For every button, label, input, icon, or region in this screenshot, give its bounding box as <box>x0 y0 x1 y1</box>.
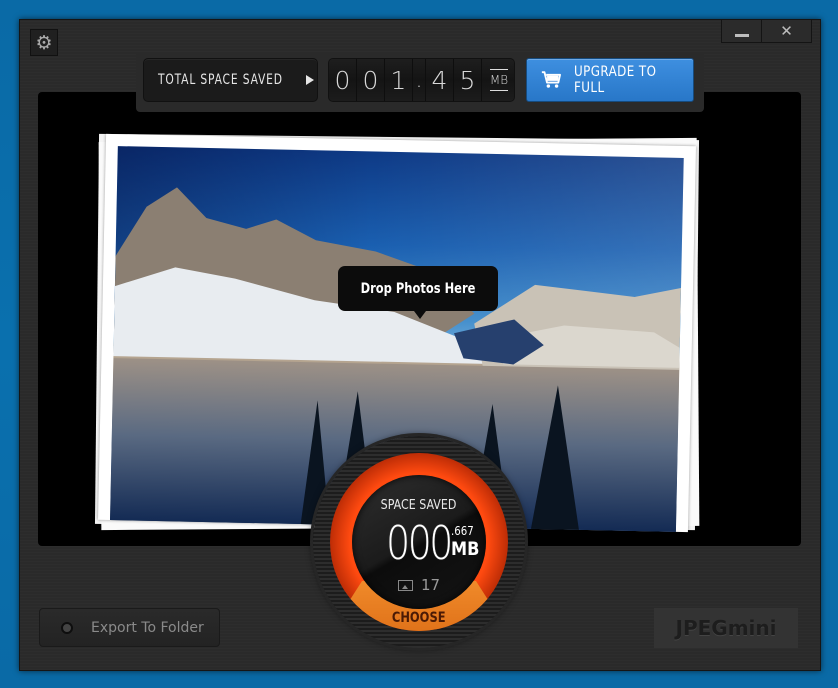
gauge-title: SPACE SAVED <box>381 498 457 513</box>
gauge-value-decimal: .667 <box>451 524 474 538</box>
counter-decimal-point: . <box>413 59 426 101</box>
export-to-folder-toggle[interactable]: Export To Folder <box>39 608 220 647</box>
export-to-folder-label: Export To Folder <box>91 619 204 636</box>
gauge-value-integer: 000 <box>386 516 453 570</box>
counter-unit: MB <box>482 59 514 101</box>
minimize-button[interactable] <box>722 20 761 42</box>
logo-text: JPEGmini <box>675 616 777 640</box>
window-controls: ✕ <box>721 20 812 43</box>
jpegmini-logo: JPEGmini <box>654 608 798 648</box>
counter-digit: 0 <box>329 59 357 101</box>
total-space-saved-button[interactable]: TOTAL SPACE SAVED <box>143 58 318 102</box>
close-icon: ✕ <box>780 22 793 40</box>
total-space-saved-label: TOTAL SPACE SAVED <box>158 72 283 88</box>
gear-icon: ⚙ <box>35 31 53 54</box>
cart-icon <box>541 71 561 88</box>
counter-digit: 4 <box>426 59 454 101</box>
radio-indicator-icon <box>61 621 73 634</box>
drop-photos-label: Drop Photos Here <box>360 280 476 297</box>
photo-count-value: 17 <box>421 576 441 594</box>
settings-button[interactable]: ⚙ <box>30 29 58 56</box>
minimize-icon <box>734 33 749 37</box>
play-arrow-icon <box>305 75 314 85</box>
upgrade-label: UPGRADE TO FULL <box>573 64 657 96</box>
close-button[interactable]: ✕ <box>761 20 811 42</box>
image-icon <box>398 579 413 591</box>
drop-photos-tooltip: Drop Photos Here <box>338 266 498 319</box>
counter-unit-label: MB <box>489 73 509 87</box>
total-saved-counter: 0 0 1 . 4 5 MB <box>328 58 515 102</box>
counter-digit: 1 <box>385 59 413 101</box>
choose-label[interactable]: CHOOSE <box>352 610 486 626</box>
photo-count: 17 <box>398 576 440 594</box>
counter-digit: 5 <box>454 59 482 101</box>
counter-digit: 0 <box>357 59 385 101</box>
gauge-unit: MB <box>451 538 480 560</box>
upgrade-button[interactable]: UPGRADE TO FULL <box>526 58 694 102</box>
